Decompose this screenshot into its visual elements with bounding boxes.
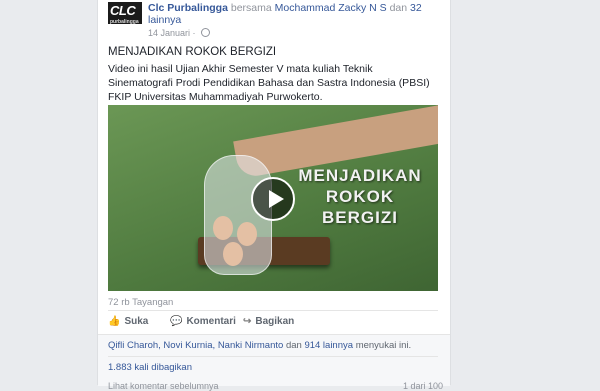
page-name-link[interactable]: Clc Purbalingga xyxy=(148,2,228,14)
comment-button[interactable]: 💬 Komentari xyxy=(170,316,236,327)
likes-summary: Qifli Charoh, Novi Kurnia, Nanki Nirmant… xyxy=(108,340,438,351)
like-button[interactable]: 👍 Suka xyxy=(108,316,148,327)
view-count: 72 rb Tayangan xyxy=(108,297,174,308)
post-body: Video ini hasil Ujian Akhir Semester V m… xyxy=(108,63,430,103)
overlay-line: BERGIZI xyxy=(322,208,398,227)
likers-names[interactable]: Qifli Charoh, Novi Kurnia, Nanki Nirmant… xyxy=(108,340,283,351)
post-header: Clc Purbalingga bersama Mochammad Zacky … xyxy=(148,2,438,26)
globe-icon xyxy=(201,28,211,37)
like-label: Suka xyxy=(124,316,149,327)
video-overlay-title: MENJADIKAN ROKOK BERGIZI xyxy=(285,165,435,228)
divider xyxy=(108,356,438,357)
post-title: MENJADIKAN ROKOK BERGIZI xyxy=(108,46,277,58)
date-separator: · xyxy=(192,28,196,38)
divider xyxy=(108,310,438,311)
video-egg xyxy=(237,222,257,246)
video-egg xyxy=(213,216,233,240)
overlay-line: MENJADIKAN xyxy=(298,166,422,185)
tagged-person-link[interactable]: Mochammad Zacky N S xyxy=(275,2,387,14)
reactions-section: Qifli Charoh, Novi Kurnia, Nanki Nirmant… xyxy=(98,334,450,391)
share-button[interactable]: ↪ Bagikan xyxy=(243,316,294,327)
page-avatar[interactable]: CLC purbalingga xyxy=(108,2,142,25)
share-count-link[interactable]: 1.883 kali dibagikan xyxy=(108,362,192,373)
post-date[interactable]: 14 Januari xyxy=(148,28,190,38)
comment-label: Komentari xyxy=(186,316,236,327)
video-player[interactable]: MENJADIKAN ROKOK BERGIZI xyxy=(108,105,438,291)
and-text: dan xyxy=(389,2,408,14)
share-label: Bagikan xyxy=(255,316,295,327)
avatar-logo-text: CLC xyxy=(110,3,136,18)
post-card: CLC purbalingga Clc Purbalingga bersama … xyxy=(97,0,451,391)
avatar-logo-subtext: purbalingga xyxy=(110,19,139,25)
post-meta: 14 Januari · xyxy=(148,28,211,38)
comment-count: 1 dari 100 xyxy=(403,381,444,391)
likes-suffix: menyukai ini. xyxy=(355,340,412,351)
likers-others-link[interactable]: 914 lainnya xyxy=(304,340,353,351)
likes-and-text: dan xyxy=(285,340,302,351)
video-egg xyxy=(223,242,243,266)
with-text: bersama xyxy=(230,2,272,14)
view-previous-comments-link[interactable]: Lihat komentar sebelumnya xyxy=(108,381,219,391)
action-bar: 👍 Suka 💬 Komentari ↪ Bagikan xyxy=(108,313,438,331)
overlay-line: ROKOK xyxy=(325,187,395,206)
share-icon: ↪ xyxy=(243,316,252,327)
thumbs-up-icon: 👍 xyxy=(108,316,121,327)
play-icon[interactable] xyxy=(251,177,295,221)
comment-icon: 💬 xyxy=(170,316,183,327)
